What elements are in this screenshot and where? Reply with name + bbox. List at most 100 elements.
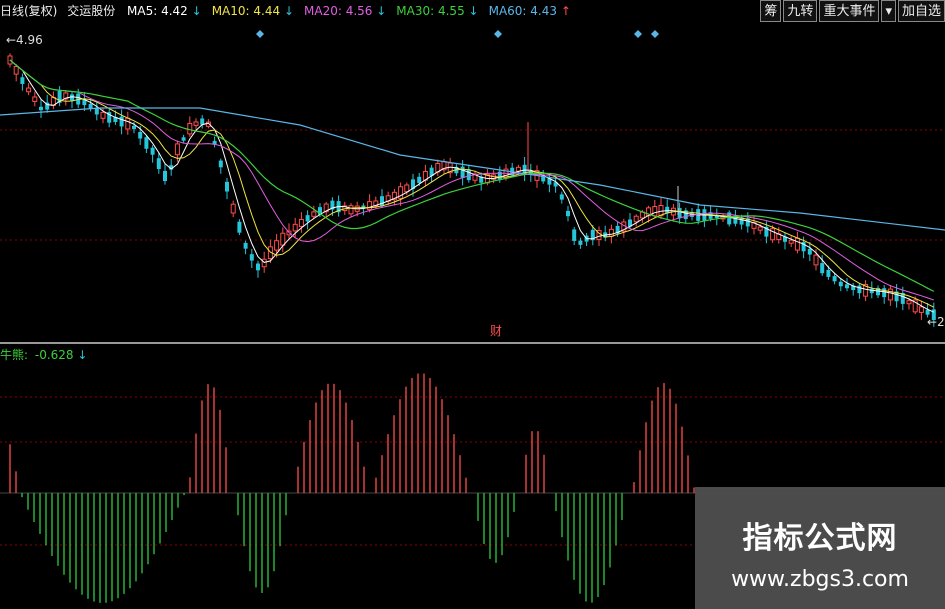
candle-body-down bbox=[572, 229, 577, 241]
candle-body-up bbox=[261, 258, 267, 268]
candle-body-down bbox=[925, 309, 930, 315]
candle-body-up bbox=[652, 206, 658, 217]
event-diamond-icon bbox=[634, 30, 642, 38]
candle-body-down bbox=[460, 166, 465, 178]
ma-values: MA5: 4.42 ↓ MA10: 4.44 ↓ MA20: 4.56 ↓ MA30:… bbox=[119, 4, 571, 18]
major-events-button[interactable]: 重大事件 bbox=[819, 0, 880, 22]
ma-item: MA20: 4.56 ↓ bbox=[304, 4, 387, 18]
candle-body-up bbox=[918, 306, 924, 313]
candle-body-down bbox=[466, 169, 471, 181]
candle-body-up bbox=[193, 121, 199, 126]
candle-body-up bbox=[813, 254, 819, 266]
indicator-legend: 牛熊: -0.628 ↓ bbox=[0, 346, 87, 364]
dropdown-arrow-icon[interactable]: ▾ bbox=[881, 0, 896, 22]
chip-button[interactable]: 筹 bbox=[760, 0, 782, 22]
candle-body-up bbox=[367, 201, 373, 211]
grid-lines bbox=[0, 129, 945, 546]
candle-body-up bbox=[887, 288, 893, 301]
candle-body-up bbox=[311, 211, 317, 217]
ma-item: MA5: 4.42 ↓ bbox=[127, 4, 202, 18]
candle-body-down bbox=[20, 77, 25, 84]
ma-legend: 日线(复权) 交运股份 MA5: 4.42 ↓ MA10: 4.44 ↓ MA20:… bbox=[0, 0, 571, 22]
watermark: 指标公式网 www.zbgs3.com bbox=[695, 487, 945, 609]
ma-item: MA60: 4.43 ↑ bbox=[488, 4, 571, 18]
candle-body-down bbox=[807, 248, 812, 255]
candle-body-down bbox=[305, 215, 310, 222]
candle-body-up bbox=[174, 143, 180, 156]
candle-body-up bbox=[608, 228, 614, 237]
candle-body-up bbox=[100, 111, 106, 119]
candle-body-down bbox=[857, 285, 862, 294]
candle-body-down bbox=[156, 158, 161, 170]
candle-body-up bbox=[906, 300, 912, 305]
candle-body-up bbox=[125, 117, 131, 130]
indicator-name: 牛熊: bbox=[0, 348, 29, 362]
candle-body-down bbox=[181, 137, 186, 141]
nine-turn-button[interactable]: 九转 bbox=[783, 0, 818, 22]
candle-body-down bbox=[838, 281, 843, 287]
candle-body-down bbox=[218, 160, 223, 168]
candle-body-down bbox=[132, 125, 136, 130]
candle-body-down bbox=[832, 276, 837, 282]
toolbar: 筹 九转 重大事件 ▾ 加自选 bbox=[760, 0, 945, 24]
candle-body-up bbox=[794, 237, 800, 251]
arrow-down-icon: ↓ bbox=[468, 4, 479, 18]
candle-body-up bbox=[280, 232, 286, 246]
candle-body-up bbox=[633, 215, 639, 223]
candle-body-up bbox=[404, 184, 410, 193]
candle-body-down bbox=[249, 254, 254, 261]
candle-body-down bbox=[559, 194, 564, 200]
candlesticks bbox=[7, 53, 936, 327]
high-price-label: ←4.96 bbox=[6, 33, 43, 47]
candle-body-up bbox=[187, 122, 193, 135]
ma20-line bbox=[9, 59, 934, 301]
event-diamond-icon bbox=[256, 30, 264, 38]
event-markers bbox=[256, 30, 659, 38]
low-price-label: ←2 bbox=[927, 315, 945, 329]
candle-body-down bbox=[144, 137, 149, 149]
add-watchlist-button[interactable]: 加自选 bbox=[897, 0, 945, 22]
candle-body-up bbox=[298, 218, 304, 227]
candle-body-up bbox=[230, 203, 236, 214]
candle-body-down bbox=[417, 176, 422, 183]
arrow-down-icon: ↓ bbox=[191, 4, 202, 18]
candle-body-down bbox=[820, 263, 825, 274]
indicator-arrow-icon: ↓ bbox=[77, 348, 88, 362]
financial-report-marker[interactable]: 财 bbox=[490, 322, 502, 339]
candle-body-down bbox=[163, 170, 167, 182]
candle-body-up bbox=[788, 239, 794, 244]
ma60-line bbox=[0, 107, 945, 231]
candle-body-down bbox=[243, 242, 248, 249]
arrow-down-icon: ↓ bbox=[376, 4, 387, 18]
watermark-title: 指标公式网 bbox=[742, 521, 898, 556]
chart-header: 日线(复权) 交运股份 MA5: 4.42 ↓ MA10: 4.44 ↓ MA20:… bbox=[0, 0, 945, 24]
candle-body-up bbox=[274, 240, 280, 251]
candle-body-down bbox=[882, 288, 887, 298]
arrow-up-icon: ↑ bbox=[560, 4, 571, 18]
candle-body-up bbox=[13, 66, 19, 75]
candle-body-up bbox=[292, 223, 298, 232]
candle-body-down bbox=[845, 284, 849, 289]
stock-name: 交运股份 bbox=[67, 4, 116, 18]
candle-body-up bbox=[26, 87, 32, 93]
candle-body-up bbox=[32, 96, 38, 102]
candle-body-down bbox=[119, 116, 124, 127]
watermark-url: www.zbgs3.com bbox=[731, 567, 909, 592]
ma-item: MA30: 4.55 ↓ bbox=[396, 4, 479, 18]
moving-average-lines bbox=[0, 59, 945, 313]
candle-body-down bbox=[256, 263, 260, 271]
candle-body-down bbox=[566, 210, 570, 217]
indicator-value: -0.628 bbox=[34, 348, 74, 362]
candle-body-down bbox=[200, 118, 205, 125]
period-label[interactable]: 日线(复权) bbox=[0, 4, 57, 18]
candle-body-down bbox=[138, 131, 143, 139]
arrow-down-icon: ↓ bbox=[283, 4, 294, 18]
candle-body-up bbox=[348, 205, 354, 215]
candle-body-down bbox=[39, 106, 43, 111]
candle-body-down bbox=[150, 147, 155, 155]
ma-item: MA10: 4.44 ↓ bbox=[211, 4, 294, 18]
candle-body-up bbox=[757, 226, 763, 231]
candle-body-down bbox=[826, 269, 831, 277]
indicator-histogram bbox=[9, 373, 695, 603]
candle-body-down bbox=[578, 240, 583, 245]
